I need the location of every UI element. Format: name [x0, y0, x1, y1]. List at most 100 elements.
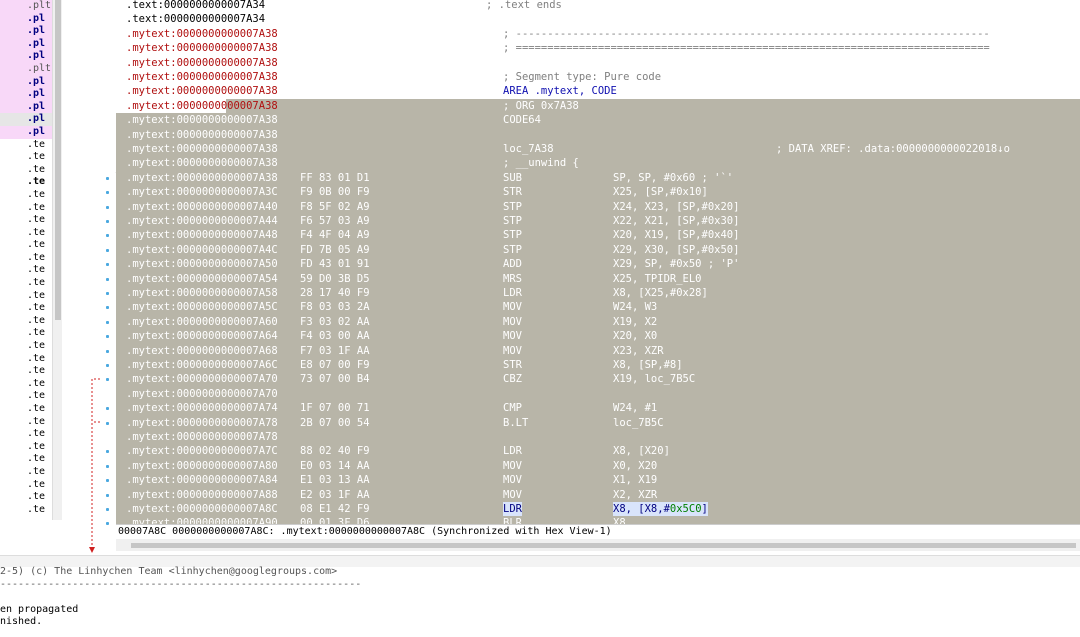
- function-list-item[interactable]: .te: [0, 504, 52, 517]
- breakpoint-dot-icon[interactable]: [106, 320, 109, 324]
- disasm-line[interactable]: .text:0000000000007A34 ; .text ends: [116, 0, 1080, 12]
- disasm-line[interactable]: .mytext:0000000000007A60 F3 03 02 AA MOV X1…: [116, 314, 1080, 330]
- disasm-line[interactable]: .mytext:0000000000007A38 ; Segment type: …: [116, 70, 1080, 84]
- function-list-item[interactable]: .te: [0, 428, 52, 441]
- disasm-line[interactable]: .mytext:0000000000007A4C FD 7B 05 A9 STP X2…: [116, 242, 1080, 258]
- disasm-line[interactable]: .mytext:0000000000007A78: [116, 430, 1080, 445]
- function-list-item[interactable]: .pl: [0, 50, 52, 63]
- mnemonic[interactable]: MOV: [503, 473, 522, 487]
- function-list-item[interactable]: .te: [0, 441, 52, 454]
- disasm-line[interactable]: .mytext:0000000000007A38 CODE64: [116, 113, 1080, 128]
- function-list-item[interactable]: .plt: [0, 0, 52, 13]
- function-list-item[interactable]: .te: [0, 176, 52, 189]
- operands[interactable]: X19, X2: [613, 315, 657, 329]
- disasm-line[interactable]: .mytext:0000000000007A44 F6 57 03 A9 STP X2…: [116, 214, 1080, 229]
- function-list-item[interactable]: .te: [0, 390, 52, 403]
- scrollbar-thumb[interactable]: [131, 543, 1076, 548]
- operands[interactable]: X8, [X8,#0x5C0]: [613, 502, 708, 517]
- breakpoint-dot-icon[interactable]: [106, 191, 109, 195]
- disasm-line[interactable]: .mytext:0000000000007A38: [116, 127, 1080, 142]
- operands[interactable]: X24, X23, [SP,#0x20]: [613, 200, 739, 214]
- disasm-line[interactable]: .mytext:0000000000007A74 1F 07 00 71 CMP W2…: [116, 401, 1080, 416]
- disasm-line[interactable]: .mytext:0000000000007A38: [116, 56, 1080, 70]
- disasm-line[interactable]: .mytext:0000000000007A5C F8 03 03 2A MOV W2…: [116, 300, 1080, 315]
- mnemonic[interactable]: SUB: [503, 171, 522, 185]
- function-list-item[interactable]: .te: [0, 151, 52, 164]
- disasm-line[interactable]: .mytext:0000000000007A50 FD 43 01 91 ADD X2…: [116, 257, 1080, 272]
- function-list-item[interactable]: .pl: [0, 88, 52, 101]
- operands[interactable]: X1, X19: [613, 473, 657, 487]
- disasm-line[interactable]: .mytext:0000000000007A7C 88 02 40 F9 LDR X8…: [116, 444, 1080, 459]
- operands[interactable]: X8, [X20]: [613, 444, 670, 458]
- function-list-item[interactable]: .te: [0, 466, 52, 479]
- operands[interactable]: X22, X21, [SP,#0x30]: [613, 214, 739, 228]
- breakpoint-dot-icon[interactable]: [106, 479, 109, 483]
- operands[interactable]: X29, X30, [SP,#0x50]: [613, 243, 739, 257]
- disasm-line[interactable]: .mytext:0000000000007A38 ; ORG 0x7A38: [116, 98, 1080, 114]
- function-list-item[interactable]: .pl: [0, 37, 52, 51]
- disasm-line[interactable]: .mytext:0000000000007A38 ; --------------…: [116, 27, 1080, 41]
- mnemonic[interactable]: MOV: [503, 488, 522, 502]
- breakpoint-dot-icon[interactable]: [106, 292, 109, 295]
- function-list-item[interactable]: .pl: [0, 125, 52, 139]
- breakpoint-dot-icon[interactable]: [106, 176, 109, 180]
- disasm-line[interactable]: .mytext:0000000000007A38 FF 83 01 D1 SUB SP…: [116, 170, 1080, 186]
- mnemonic[interactable]: ADD: [503, 257, 522, 271]
- operands[interactable]: X8: [613, 516, 626, 524]
- function-list-item[interactable]: .te: [0, 302, 52, 315]
- function-list-item[interactable]: .te: [0, 252, 52, 265]
- breakpoint-dot-icon[interactable]: [106, 407, 109, 411]
- disasm-line[interactable]: .mytext:0000000000007A48 F4 4F 04 A9 STP X2…: [116, 228, 1080, 243]
- function-list-item[interactable]: .te: [0, 453, 52, 466]
- disasm-line[interactable]: .mytext:0000000000007A88 E2 03 1F AA MOV X2…: [116, 487, 1080, 502]
- breakpoint-dot-icon[interactable]: [106, 248, 109, 252]
- mnemonic[interactable]: LDR: [503, 286, 522, 300]
- breakpoint-dot-icon[interactable]: [106, 263, 109, 267]
- breakpoint-dot-icon[interactable]: [106, 493, 109, 497]
- disasm-line[interactable]: .mytext:0000000000007A64 F4 03 00 AA MOV X2…: [116, 329, 1080, 344]
- function-list-item[interactable]: .pl: [0, 100, 52, 114]
- disasm-line[interactable]: .mytext:0000000000007A40 F8 5F 02 A9 STP X2…: [116, 199, 1080, 214]
- function-list-item[interactable]: .te: [0, 315, 52, 328]
- breakpoint-dot-icon[interactable]: [106, 421, 109, 425]
- operands[interactable]: W24, #1: [613, 401, 657, 415]
- mnemonic[interactable]: MOV: [503, 329, 522, 343]
- operands[interactable]: X25, [SP,#0x10]: [613, 185, 708, 199]
- operands[interactable]: X25, TPIDR_EL0: [613, 272, 702, 286]
- breakpoint-dot-icon[interactable]: [106, 277, 109, 281]
- mnemonic[interactable]: CBZ: [503, 372, 522, 386]
- disasm-line[interactable]: .mytext:0000000000007A38 ; ==============…: [116, 41, 1080, 55]
- scrollbar-thumb[interactable]: [55, 0, 61, 320]
- function-list-item[interactable]: .te: [0, 290, 52, 303]
- breakpoint-dot-icon[interactable]: [106, 335, 109, 339]
- mnemonic[interactable]: CMP: [503, 401, 522, 415]
- mnemonic[interactable]: STP: [503, 214, 522, 228]
- breakpoint-dot-icon[interactable]: [106, 464, 109, 468]
- function-list-item[interactable]: .te: [0, 353, 52, 366]
- function-list-item[interactable]: .te: [0, 491, 52, 504]
- disasm-line[interactable]: .mytext:0000000000007A90 00 01 3F D6 BLR X8: [116, 516, 1080, 524]
- mnemonic[interactable]: AREA .mytext, CODE: [503, 84, 617, 98]
- function-list-item[interactable]: .pl: [0, 25, 52, 38]
- operands[interactable]: W24, W3: [613, 300, 657, 314]
- function-list-item[interactable]: .te: [0, 378, 52, 391]
- operands[interactable]: X2, XZR: [613, 488, 657, 502]
- operands[interactable]: X20, X19, [SP,#0x40]: [613, 228, 739, 242]
- breakpoint-dot-icon[interactable]: [106, 508, 109, 511]
- breakpoint-dot-icon[interactable]: [106, 220, 109, 223]
- breakpoint-dot-icon[interactable]: [106, 349, 109, 353]
- mnemonic[interactable]: STP: [503, 228, 522, 242]
- operands[interactable]: X23, XZR: [613, 344, 664, 358]
- operands[interactable]: X29, SP, #0x50 ; 'P': [613, 257, 739, 271]
- function-list-item[interactable]: .te: [0, 189, 52, 202]
- function-list-item[interactable]: .te: [0, 403, 52, 416]
- operands[interactable]: X8, [X25,#0x28]: [613, 286, 708, 300]
- operands[interactable]: X8, [SP,#8]: [613, 358, 683, 372]
- disasm-line[interactable]: .text:0000000000007A34: [116, 12, 1080, 26]
- disasm-line[interactable]: .mytext:0000000000007A78 2B 07 00 54 B.LT l…: [116, 415, 1080, 430]
- mnemonic[interactable]: LDR: [503, 444, 522, 458]
- function-list-item[interactable]: .pl: [0, 12, 52, 26]
- mnemonic[interactable]: STP: [503, 200, 522, 214]
- function-list-item[interactable]: .te: [0, 214, 52, 227]
- disasm-line[interactable]: .mytext:0000000000007A68 F7 03 1F AA MOV X2…: [116, 343, 1080, 358]
